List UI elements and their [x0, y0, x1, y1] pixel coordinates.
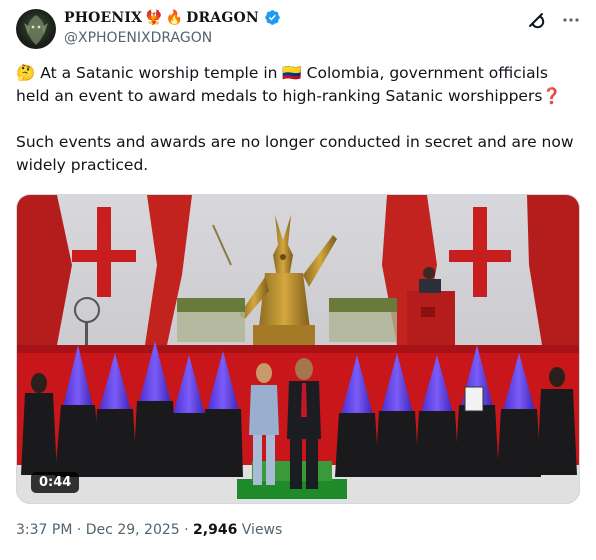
fire-emoji: 🔥 [165, 9, 184, 26]
tweet-text-part1: At a Satanic worship temple in [40, 64, 278, 82]
thinking-emoji: 🤔 [16, 64, 36, 82]
candle-rack-right [329, 298, 397, 342]
meta-separator: · [184, 522, 189, 538]
tweet-meta: 3:37 PM · Dec 29, 2025 · 2,946 Views [16, 522, 282, 538]
avatar-image [24, 15, 48, 45]
avatar[interactable] [16, 9, 56, 49]
tweet-header: PHOENIX 🐦‍🔥 🔥 DRAGON @XPHOENIXDRAGON [16, 6, 580, 50]
display-name-part2[interactable]: DRAGON [186, 10, 259, 26]
verified-badge-icon [264, 9, 281, 26]
phoenix-emoji: 🐦‍🔥 [145, 9, 163, 26]
colombia-flag-emoji: 🇨🇴 [282, 64, 302, 82]
candle-rack-left [177, 298, 245, 342]
tweet-date[interactable]: Dec 29, 2025 [86, 522, 180, 538]
header-actions [526, 10, 580, 30]
video-frame [17, 195, 579, 503]
views-label: Views [241, 522, 283, 538]
question-emoji: ❓ [542, 87, 562, 105]
meta-separator: · [76, 522, 82, 538]
tweet-text: 🤔 At a Satanic worship temple in 🇨🇴 Colo… [16, 62, 580, 177]
video-player[interactable]: 0:44 [16, 194, 580, 504]
views-count[interactable]: 2,946 [193, 522, 237, 538]
tweet-time[interactable]: 3:37 PM [16, 522, 72, 538]
grok-icon[interactable] [526, 10, 546, 30]
author-name-row[interactable]: PHOENIX 🐦‍🔥 🔥 DRAGON [64, 9, 281, 26]
tweet-paragraph-2: Such events and awards are no longer con… [16, 133, 574, 174]
display-name-part1[interactable]: PHOENIX [64, 10, 142, 26]
video-duration: 0:44 [31, 472, 80, 493]
author-handle[interactable]: @XPHOENIXDRAGON [64, 30, 212, 46]
more-icon[interactable] [562, 11, 580, 29]
tweet-paragraph-1: 🤔 At a Satanic worship temple in 🇨🇴 Colo… [16, 62, 580, 108]
